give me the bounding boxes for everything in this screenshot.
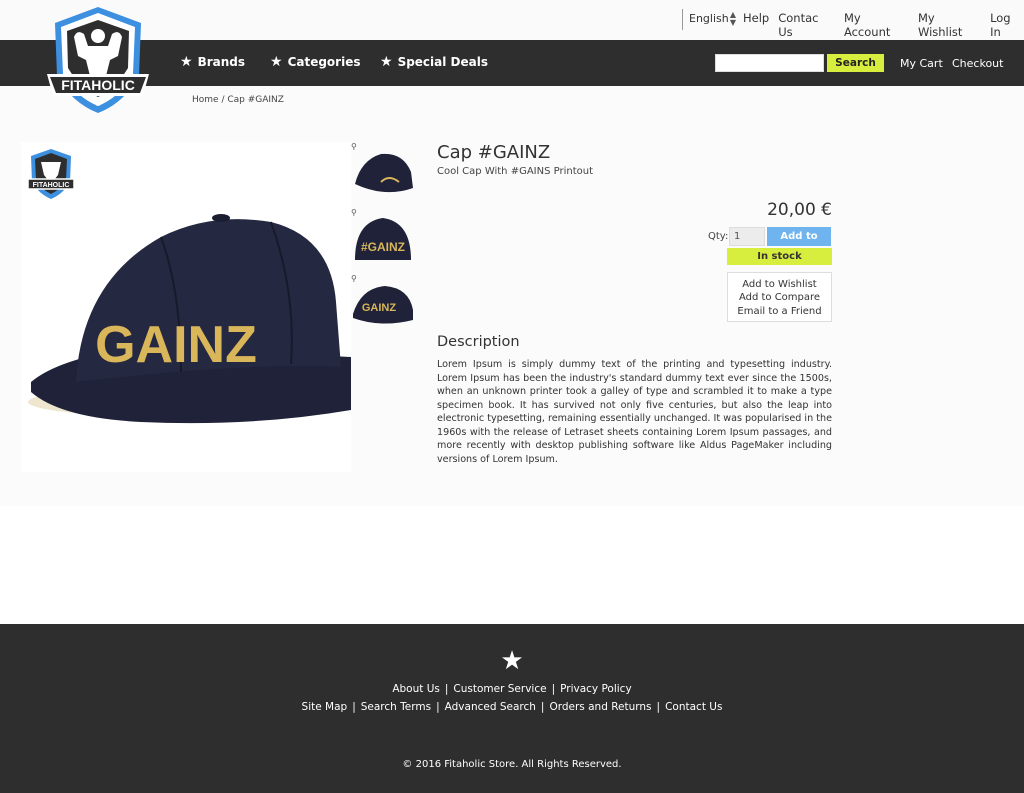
zoom-icon: ⚲ [351, 274, 357, 283]
logo-text: FITAHOLIC [61, 77, 135, 93]
copyright: © 2016 Fitaholic Store. All Rights Reser… [402, 759, 622, 770]
product-thumbnail[interactable]: ⚲ [351, 142, 415, 200]
contact-link[interactable]: Contac Us [778, 11, 835, 39]
product-thumbnail[interactable]: ⚲ GAINZ [351, 274, 415, 332]
help-link[interactable]: Help [743, 11, 769, 39]
breadcrumb[interactable]: Home / Cap #GAINZ [192, 95, 284, 105]
product-thumbnail[interactable]: ⚲ #GAINZ [351, 208, 415, 266]
watermark-text: FITAHOLIC [33, 182, 70, 189]
nav-categories-label: Categories [287, 55, 361, 69]
product-actions: Add to Wishlist Add to Compare Email to … [727, 272, 832, 322]
zoom-icon: ⚲ [351, 208, 357, 217]
search-button[interactable]: Search [827, 54, 884, 72]
footer-about-link[interactable]: About Us [392, 683, 440, 695]
description-title: Description [437, 334, 520, 350]
language-value: English [689, 12, 729, 25]
login-link[interactable]: Log In [990, 11, 1024, 39]
language-select[interactable]: English ▲ ▼ [682, 9, 738, 30]
email-friend-link[interactable]: Email to a Friend [728, 305, 831, 318]
qty-label: Qty: [708, 231, 729, 242]
top-links: Help Contac Us My Account My Wishlist Lo… [743, 11, 1024, 39]
qty-input[interactable]: 1 [729, 227, 765, 246]
nav-brands-label: Brands [197, 55, 245, 69]
footer-advanced-search-link[interactable]: Advanced Search [445, 701, 536, 713]
my-account-link[interactable]: My Account [844, 11, 909, 39]
nav-special-deals-label: Special Deals [397, 55, 489, 69]
thumb-print-text: GAINZ [362, 302, 397, 314]
star-icon: ★ [380, 54, 393, 70]
nav-categories[interactable]: ★ Categories [270, 55, 361, 69]
footer-customer-service-link[interactable]: Customer Service [453, 683, 546, 695]
top-utility-bar: English ▲ ▼ Help Contac Us My Account My … [0, 0, 1024, 40]
description-text: Lorem Ipsum is simply dummy text of the … [437, 359, 832, 465]
main-nav: ★ Brands ★ Categories ★ Special Deals Se… [0, 40, 1024, 86]
star-icon: ★ [500, 646, 524, 676]
my-cart-link[interactable]: My Cart [900, 57, 943, 70]
checkout-link[interactable]: Checkout [952, 57, 1003, 70]
footer-contact-link[interactable]: Contact Us [665, 701, 722, 713]
cap-print-text: GAINZ [95, 316, 257, 374]
star-icon: ★ [270, 54, 283, 70]
footer-links-row-1: About Us | Customer Service | Privacy Policy [392, 683, 632, 695]
footer-search-terms-link[interactable]: Search Terms [361, 701, 431, 713]
zoom-icon: ⚲ [351, 142, 357, 151]
nav-brands[interactable]: ★ Brands [180, 55, 245, 69]
search-input[interactable] [715, 54, 824, 72]
add-to-wishlist-link[interactable]: Add to Wishlist [728, 278, 831, 291]
nav-special-deals[interactable]: ★ Special Deals [380, 55, 488, 69]
stock-status-badge: In stock [727, 248, 832, 265]
my-wishlist-link[interactable]: My Wishlist [918, 11, 981, 39]
thumb-print-text: #GAINZ [361, 240, 405, 254]
footer-sitemap-link[interactable]: Site Map [302, 701, 348, 713]
footer: ★ About Us | Customer Service | Privacy Poli… [0, 624, 1024, 793]
add-to-compare-link[interactable]: Add to Compare [728, 291, 831, 304]
select-arrows-icon: ▲ ▼ [729, 10, 736, 27]
footer-orders-returns-link[interactable]: Orders and Returns [549, 701, 651, 713]
star-icon: ★ [180, 54, 193, 70]
fitaholic-logo[interactable]: FITAHOLIC ★ [44, 4, 152, 116]
add-to-cart-button[interactable]: Add to Cart [767, 227, 831, 261]
footer-privacy-link[interactable]: Privacy Policy [560, 683, 632, 695]
product-title: Cap #GAINZ [437, 142, 551, 163]
product-main-image[interactable]: FITAHOLIC GAINZ [21, 142, 364, 472]
watermark-logo-icon: FITAHOLIC [27, 149, 75, 199]
product-subtitle: Cool Cap With #GAINS Printout [437, 166, 594, 177]
svg-text:★: ★ [94, 99, 102, 109]
product-price: 20,00 € [767, 200, 832, 220]
footer-links-row-2: Site Map | Search Terms | Advanced Search | Or… [301, 701, 723, 713]
